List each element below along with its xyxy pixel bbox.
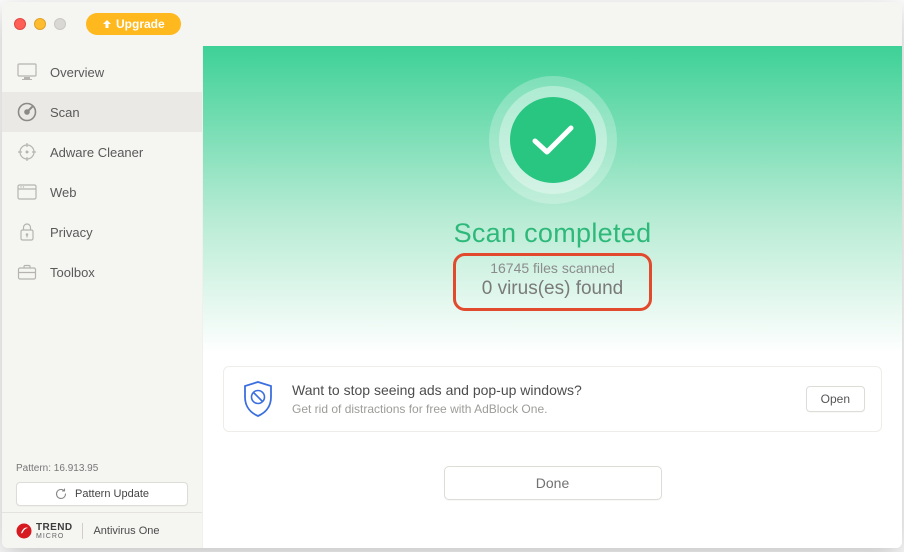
maximize-window-button[interactable]: [54, 18, 66, 30]
crosshair-icon: [16, 141, 38, 163]
monitor-icon: [16, 61, 38, 83]
sidebar-item-overview[interactable]: Overview: [2, 52, 202, 92]
done-button[interactable]: Done: [444, 466, 662, 500]
brand-sub: MICRO: [36, 533, 72, 540]
sidebar-item-scan[interactable]: Scan: [2, 92, 202, 132]
checkmark-icon: [529, 122, 577, 158]
app-window: Upgrade Overview Scan: [2, 2, 902, 548]
sidebar-item-web[interactable]: Web: [2, 172, 202, 212]
brand-divider: [82, 523, 83, 539]
shield-icon: [240, 381, 276, 417]
promo-text: Want to stop seeing ads and pop-up windo…: [292, 382, 790, 416]
checkmark-badge: [489, 76, 617, 204]
lock-icon: [16, 221, 38, 243]
brand-logo: TREND MICRO: [16, 522, 72, 540]
trend-micro-icon: [16, 523, 32, 539]
product-name: Antivirus One: [93, 525, 159, 537]
viruses-found-label: 0 virus(es) found: [482, 278, 624, 300]
done-row: Done: [203, 466, 902, 500]
sidebar-item-label: Adware Cleaner: [50, 145, 143, 160]
adblock-promo-card: Want to stop seeing ads and pop-up windo…: [223, 366, 882, 432]
promo-title: Want to stop seeing ads and pop-up windo…: [292, 382, 790, 398]
gauge-icon: [16, 101, 38, 123]
promo-open-button[interactable]: Open: [806, 386, 865, 412]
brand-bar: TREND MICRO Antivirus One: [2, 512, 202, 548]
browser-icon: [16, 181, 38, 203]
titlebar: Upgrade: [2, 2, 902, 46]
pattern-update-button[interactable]: Pattern Update: [16, 482, 188, 506]
promo-subtitle: Get rid of distractions for free with Ad…: [292, 402, 790, 416]
window-controls: [14, 18, 66, 30]
result-highlight-box: 16745 files scanned 0 virus(es) found: [453, 253, 653, 311]
window-body: Overview Scan Adware Cleaner: [2, 46, 902, 548]
brand-name: TREND: [36, 522, 72, 533]
upgrade-arrow-icon: [102, 19, 112, 29]
minimize-window-button[interactable]: [34, 18, 46, 30]
files-scanned-label: 16745 files scanned: [482, 260, 624, 276]
sidebar-footer: Pattern: 16.913.95 Pattern Update: [2, 463, 202, 512]
sidebar-item-toolbox[interactable]: Toolbox: [2, 252, 202, 292]
pattern-update-label: Pattern Update: [75, 488, 149, 500]
sidebar-item-label: Web: [50, 185, 77, 200]
main-panel: Scan completed 16745 files scanned 0 vir…: [203, 46, 902, 548]
upgrade-label: Upgrade: [116, 17, 165, 31]
sidebar-item-adware-cleaner[interactable]: Adware Cleaner: [2, 132, 202, 172]
sidebar-item-label: Toolbox: [50, 265, 95, 280]
sidebar-item-privacy[interactable]: Privacy: [2, 212, 202, 252]
refresh-icon: [55, 488, 67, 500]
sidebar: Overview Scan Adware Cleaner: [2, 46, 203, 548]
upgrade-button[interactable]: Upgrade: [86, 13, 181, 35]
close-window-button[interactable]: [14, 18, 26, 30]
toolbox-icon: [16, 261, 38, 283]
sidebar-item-label: Overview: [50, 65, 104, 80]
sidebar-nav: Overview Scan Adware Cleaner: [2, 46, 202, 463]
scan-completed-title: Scan completed: [454, 218, 652, 249]
sidebar-item-label: Privacy: [50, 225, 93, 240]
pattern-version-label: Pattern: 16.913.95: [16, 463, 188, 474]
scan-result-hero: Scan completed 16745 files scanned 0 vir…: [203, 46, 902, 354]
sidebar-item-label: Scan: [50, 105, 80, 120]
